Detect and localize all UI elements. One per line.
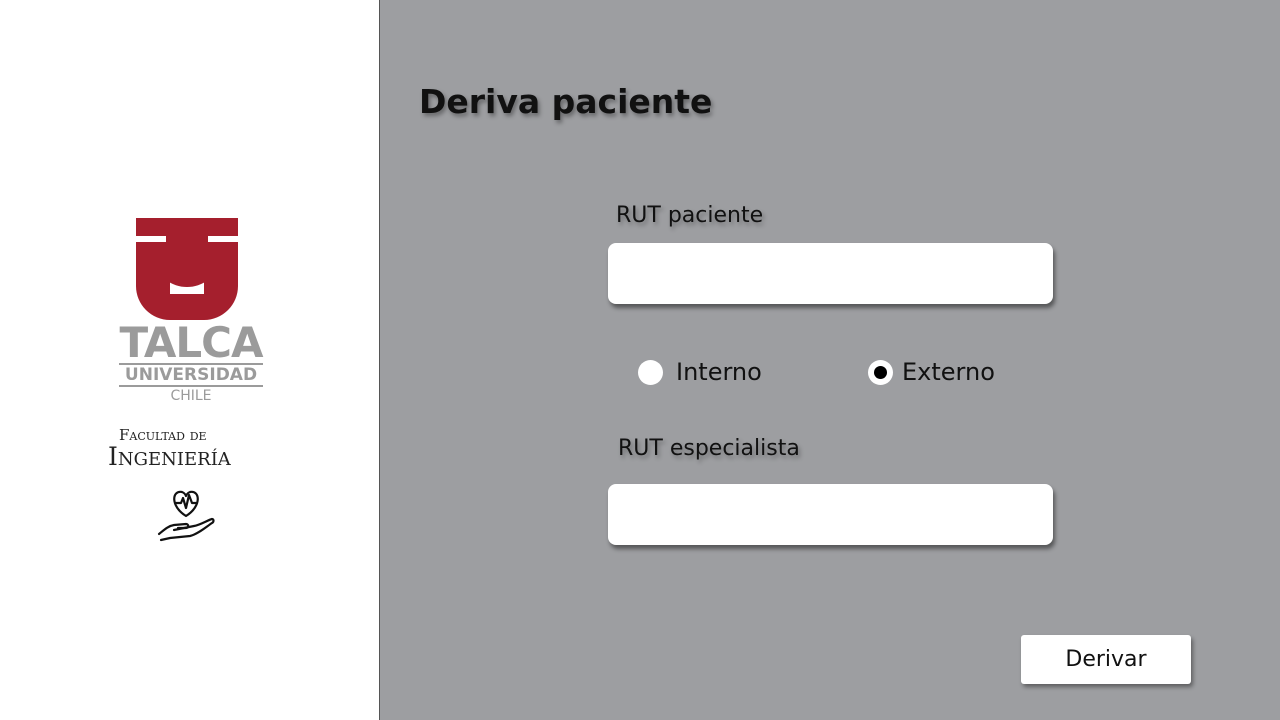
heart-in-hand-icon xyxy=(157,490,215,542)
rut-especialista-input[interactable] xyxy=(608,484,1053,545)
radio-externo-label[interactable]: Externo xyxy=(902,358,995,386)
rut-paciente-label: RUT paciente xyxy=(616,203,764,228)
radio-interno[interactable] xyxy=(638,360,663,385)
rut-paciente-input[interactable] xyxy=(608,243,1053,304)
faculty-line2: Ingeniería xyxy=(108,442,231,471)
derivar-button[interactable]: Derivar xyxy=(1021,635,1191,684)
logo-universidad-text: UNIVERSIDAD xyxy=(119,363,263,387)
radio-selected-dot xyxy=(874,366,887,379)
sidebar: TALCA UNIVERSIDAD CHILE Facultad de Inge… xyxy=(0,0,380,720)
logo-talca-text: TALCA xyxy=(119,318,264,367)
radio-interno-label[interactable]: Interno xyxy=(676,358,762,386)
main-panel: Deriva paciente RUT paciente Interno Ext… xyxy=(381,0,1280,720)
page-title: Deriva paciente xyxy=(419,82,713,121)
logo-chile-text: CHILE xyxy=(170,388,212,404)
rut-especialista-label: RUT especialista xyxy=(618,436,800,461)
utalca-u-logo-icon xyxy=(136,218,238,320)
radio-externo[interactable] xyxy=(868,360,893,385)
